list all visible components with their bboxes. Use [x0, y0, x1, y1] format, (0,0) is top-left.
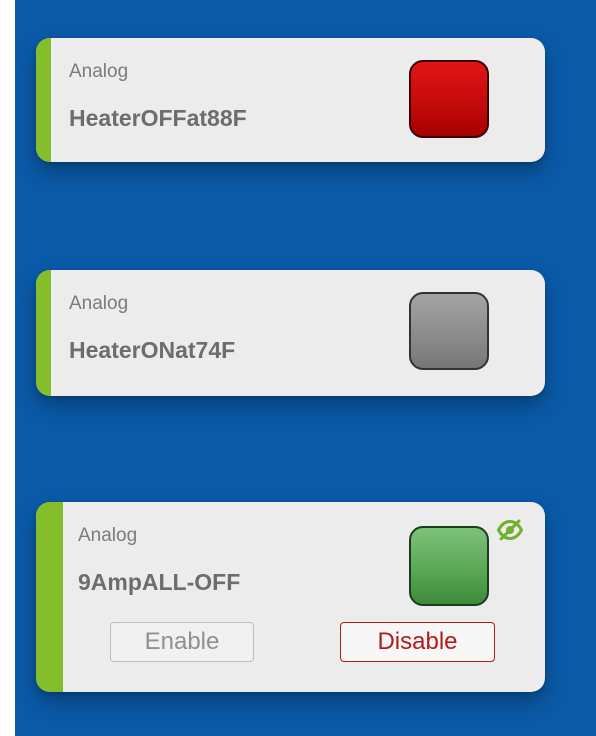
card-accent-bar	[36, 270, 51, 396]
status-indicator	[409, 60, 489, 138]
status-indicator	[409, 292, 489, 370]
device-card-heater-on[interactable]: Analog HeaterONat74F	[36, 270, 545, 396]
status-indicator	[409, 526, 489, 606]
card-accent-bar	[36, 502, 63, 692]
disable-button[interactable]: Disable	[340, 622, 495, 662]
card-accent-bar	[36, 38, 51, 162]
device-type-label: Analog	[69, 293, 129, 314]
device-card-9amp[interactable]: Analog 9AmpALL-OFF Enable Disable	[36, 502, 545, 692]
device-name-label: HeaterONat74F	[69, 337, 236, 363]
device-card-heater-off[interactable]: Analog HeaterOFFat88F	[36, 38, 545, 162]
eye-off-icon[interactable]	[497, 519, 523, 541]
device-panel: Analog HeaterOFFat88F Analog HeaterONat7…	[15, 0, 596, 736]
device-type-label: Analog	[69, 61, 129, 82]
device-name-label: 9AmpALL-OFF	[78, 569, 241, 595]
device-name-label: HeaterOFFat88F	[69, 105, 247, 131]
device-type-label: Analog	[78, 525, 138, 546]
enable-button[interactable]: Enable	[110, 622, 254, 662]
